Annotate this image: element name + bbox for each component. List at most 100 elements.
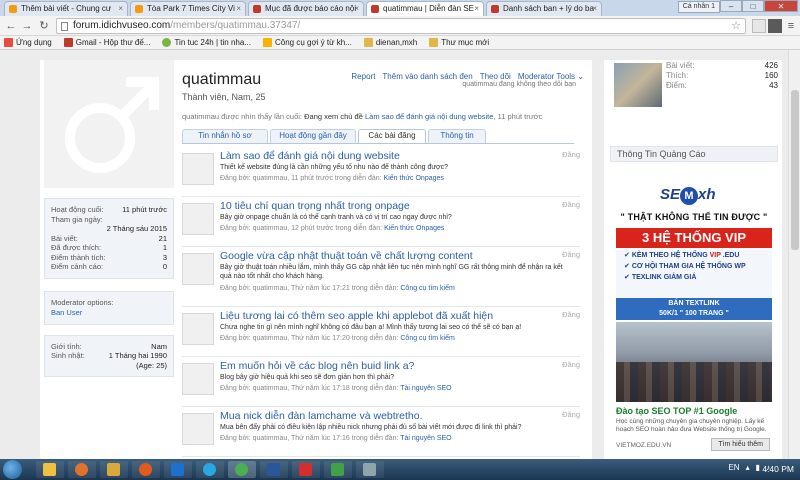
minimize-icon[interactable]: – xyxy=(720,0,742,12)
post-title-link[interactable]: Làm sao để đánh giá nội dung website xyxy=(220,150,400,162)
firefox-icon xyxy=(139,463,152,476)
taskbar-app[interactable] xyxy=(100,461,128,478)
forum-link[interactable]: Kiến thức Onpages xyxy=(384,175,444,182)
learn-more-button[interactable]: Tìm hiểu thêm xyxy=(711,438,770,451)
browser-tab-active[interactable]: quatimmau | Diễn đàn SE × xyxy=(366,1,484,17)
taskbar-app[interactable] xyxy=(356,461,384,478)
tab-profile-posts[interactable]: Tin nhắn hồ sơ xyxy=(182,129,268,143)
ad-slogan: " THẬT KHÔNG THỂ TIN ĐƯỢC " xyxy=(620,212,768,222)
tab-postings[interactable]: Các bài đăng xyxy=(358,129,426,143)
forum-link[interactable]: Công cụ tìm kiếm xyxy=(400,285,454,292)
network-icon[interactable]: ▮ xyxy=(756,463,760,472)
taskbar-app-chrome[interactable] xyxy=(228,461,256,478)
maximize-icon[interactable]: □ xyxy=(742,0,764,12)
page-icon xyxy=(61,22,68,31)
bookmark-folder[interactable]: Thư mục mới xyxy=(429,38,489,47)
taskbar-app[interactable] xyxy=(36,461,64,478)
forum-link[interactable]: Công cụ tìm kiếm xyxy=(400,335,454,342)
tab-recent-activity[interactable]: Hoạt động gần đây xyxy=(270,129,356,143)
address-bar[interactable]: forum.idichvuseo.com/members/quatimmau.3… xyxy=(56,18,746,34)
tab-favicon-icon xyxy=(9,5,17,13)
bookmark-folder[interactable]: dienan,mxh xyxy=(363,38,417,47)
visitor-avatar[interactable] xyxy=(614,63,662,107)
browser-tab[interactable]: Thêm bài viết - Chung cư × xyxy=(4,1,128,16)
tray-arrow-icon[interactable]: ▴ xyxy=(746,463,750,472)
window-controls: – □ ✕ xyxy=(720,0,798,12)
chevron-down-icon: ⌄ xyxy=(577,72,584,81)
page-scrollbar[interactable] xyxy=(788,50,800,459)
follow-note: quatimmau đang không theo dõi bạn xyxy=(462,81,576,88)
bookmark-star-icon[interactable]: ☆ xyxy=(731,19,741,33)
browser-tab[interactable]: Tòa Park 7 Times City Vi × xyxy=(130,1,246,16)
forum-link[interactable]: Tài nguyên SEO xyxy=(400,435,451,442)
forum-link[interactable]: Kiến thức Onpages xyxy=(384,225,444,232)
follow-link[interactable]: Theo dõi xyxy=(480,72,511,81)
ban-user-link[interactable]: Ban User xyxy=(51,308,167,318)
close-tab-icon[interactable]: × xyxy=(236,2,241,16)
bookmark-apps[interactable]: Ứng dụng xyxy=(4,38,52,47)
forum-link[interactable]: Tài nguyên SEO xyxy=(400,385,451,392)
menu-icon[interactable]: ≡ xyxy=(784,19,798,33)
ad-class-photo xyxy=(616,322,772,402)
browser-toolbar: ← → ↻ forum.idichvuseo.com/members/quati… xyxy=(0,16,800,36)
bookmark-gmail[interactable]: Gmail - Hộp thư đế... xyxy=(63,38,150,47)
browser-tab[interactable]: Danh sách ban + lý do ba × xyxy=(486,1,602,16)
post-title-link[interactable]: 10 tiêu chí quan trọng nhất trong onpage xyxy=(220,200,410,212)
ad-banner[interactable]: SE Mxh " THẬT KHÔNG THỂ TIN ĐƯỢC " 3 HỆ T… xyxy=(616,168,772,459)
reload-icon[interactable]: ↻ xyxy=(37,19,51,33)
post-avatar[interactable] xyxy=(182,363,214,395)
last-seen-thread-link[interactable]: Làm sao để đánh giá nội dung website xyxy=(365,112,493,121)
info-row: Tham gia ngày: xyxy=(51,214,103,224)
report-link[interactable]: Report xyxy=(351,72,375,81)
post-title-link[interactable]: Liệu tương lai có thêm seo apple khi app… xyxy=(220,310,493,322)
browser-tab[interactable]: Mục đã được báo cáo nội × xyxy=(248,1,364,16)
profile-tabs: Tin nhắn hồ sơ Hoạt động gần đây Các bài… xyxy=(182,129,488,143)
language-indicator[interactable]: EN xyxy=(728,463,739,472)
start-button[interactable] xyxy=(3,460,22,479)
ad-title-link[interactable]: Đào tạo SEO TOP #1 Google xyxy=(616,406,737,416)
post-avatar[interactable] xyxy=(182,153,214,185)
ad-feature: ✔ CƠ HỘI THAM GIA HỆ THỐNG WP xyxy=(624,263,746,270)
scrollbar-thumb[interactable] xyxy=(791,90,799,250)
chat-icon xyxy=(331,463,344,476)
taskbar-app[interactable] xyxy=(292,461,320,478)
post-excerpt: Thiết kế website đúng là cần những yếu t… xyxy=(220,164,449,171)
taskbar-app[interactable] xyxy=(196,461,224,478)
profile-badge[interactable]: Cá nhân 1 xyxy=(677,1,720,13)
post-meta: Đăng bởi: quatimmau, Thứ năm lúc 17:16 t… xyxy=(220,435,452,442)
tab-favicon-icon xyxy=(135,5,143,13)
forward-icon[interactable]: → xyxy=(20,19,34,33)
post-excerpt: Bây giờ onpage chuẩn là có thể cạnh tran… xyxy=(220,214,452,221)
taskbar-app[interactable] xyxy=(324,461,352,478)
post-avatar[interactable] xyxy=(182,313,214,345)
clock[interactable]: 4:40 PM xyxy=(762,464,794,474)
post-avatar[interactable] xyxy=(182,413,214,445)
extension-icon[interactable] xyxy=(752,19,766,33)
close-tab-icon[interactable]: × xyxy=(474,2,479,16)
post-title-link[interactable]: Mua nick diễn đàn lamchame và webtretho. xyxy=(220,410,423,422)
taskbar-app[interactable] xyxy=(68,461,96,478)
close-tab-icon[interactable]: × xyxy=(118,2,123,16)
taskbar-app[interactable] xyxy=(164,461,192,478)
close-tab-icon[interactable]: × xyxy=(354,2,359,16)
taskbar-app[interactable] xyxy=(132,461,160,478)
male-symbol-icon xyxy=(65,77,159,173)
close-tab-icon[interactable]: × xyxy=(592,2,597,16)
visitor-stats: Bài viết: 426 Thích: 160 Điểm: 43 xyxy=(610,60,780,112)
bookmark-keyword-tool[interactable]: Công cụ gợi ý từ kh... xyxy=(262,38,352,47)
moderator-tools-link[interactable]: Moderator Tools ⌄ xyxy=(518,72,584,81)
skype-icon xyxy=(203,463,216,476)
post-avatar[interactable] xyxy=(182,203,214,235)
post-avatar[interactable] xyxy=(182,253,214,285)
taskbar-app[interactable] xyxy=(260,461,288,478)
bookmark-news[interactable]: Tin tuc 24h | tin nha... xyxy=(162,38,251,47)
ignore-link[interactable]: Thêm vào danh sách đen xyxy=(382,72,472,81)
post-meta: Đăng bởi: quatimmau, Thứ năm lúc 17:21 t… xyxy=(220,285,455,292)
post-title-link[interactable]: Google vừa cập nhật thuật toán về chất l… xyxy=(220,250,473,262)
list-item: Liệu tương lai có thêm seo apple khi app… xyxy=(182,307,580,357)
back-icon[interactable]: ← xyxy=(4,19,18,33)
extension-icon[interactable] xyxy=(768,19,782,33)
post-title-link[interactable]: Em muốn hỏi về các blog nên buid link a? xyxy=(220,360,414,372)
close-window-icon[interactable]: ✕ xyxy=(764,0,798,12)
tab-information[interactable]: Thông tin xyxy=(428,129,486,143)
